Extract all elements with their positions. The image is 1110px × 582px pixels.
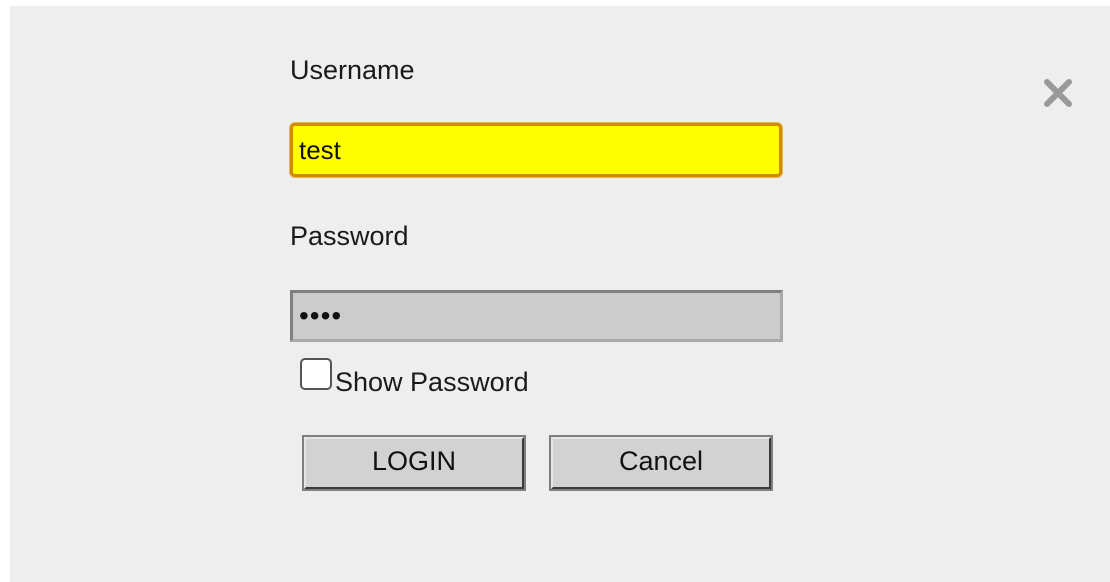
password-label: Password (290, 221, 409, 251)
close-icon[interactable] (1042, 77, 1074, 109)
username-input[interactable] (290, 123, 782, 177)
login-button[interactable]: LOGIN (302, 435, 526, 491)
login-dialog: Username Password •••• Show Password LOG… (10, 6, 1110, 582)
close-button[interactable] (1037, 72, 1079, 114)
show-password-label[interactable]: Show Password (335, 368, 529, 396)
show-password-row[interactable]: Show Password (300, 357, 529, 397)
username-label: Username (290, 55, 415, 85)
cancel-button[interactable]: Cancel (549, 435, 773, 491)
password-input[interactable]: •••• (290, 290, 783, 342)
show-password-checkbox[interactable] (300, 358, 332, 390)
